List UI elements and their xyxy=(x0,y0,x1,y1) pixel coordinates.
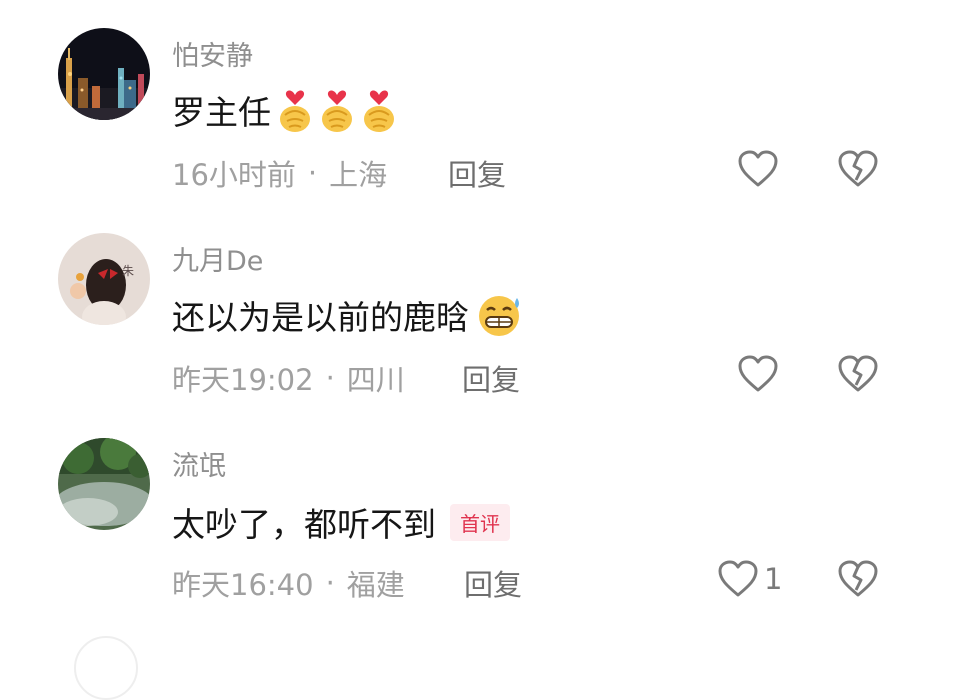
comment-text-content: 还以为是以前的鹿晗 xyxy=(172,298,469,337)
avatar-nature-image xyxy=(58,438,150,530)
avatar[interactable]: 朱 xyxy=(58,233,150,325)
comment-item: 朱 九月De 还以为是以前的鹿晗 昨天19:02 · 四川 回复 xyxy=(0,205,976,410)
comment-meta: 昨天19:02 · 四川 xyxy=(172,357,405,399)
broken-heart-icon xyxy=(838,355,878,392)
like-button[interactable] xyxy=(738,355,778,393)
reply-button[interactable]: 回复 xyxy=(462,357,520,399)
avatar[interactable] xyxy=(74,636,138,700)
comment-item: 流氓 太吵了，都听不到 首评 昨天16:40 · 福建 回复 1 xyxy=(0,410,976,615)
reply-button[interactable]: 回复 xyxy=(464,562,522,604)
separator-dot: · xyxy=(307,156,318,190)
like-button[interactable]: 1 xyxy=(718,560,782,598)
broken-heart-icon xyxy=(838,150,878,187)
comment-time: 16小时前 xyxy=(172,158,296,192)
finger-heart-emoji-icon xyxy=(361,87,397,133)
heart-outline-icon xyxy=(738,150,778,187)
heart-outline-icon xyxy=(718,560,758,597)
avatar-girl-image: 朱 xyxy=(58,233,150,325)
comment-item: 怕安静 罗主任 16小时前 · 上海 回复 xyxy=(0,0,976,205)
svg-text:朱: 朱 xyxy=(122,264,134,278)
avatar[interactable] xyxy=(58,438,150,530)
separator-dot: · xyxy=(325,361,335,395)
comment-location: 四川 xyxy=(346,363,405,397)
comment-text: 还以为是以前的鹿晗 xyxy=(172,291,525,339)
comment-text: 罗主任 xyxy=(172,86,397,134)
comment-text-content: 太吵了，都听不到 xyxy=(172,505,436,544)
avatar[interactable] xyxy=(58,28,150,120)
username[interactable]: 怕安静 xyxy=(172,34,253,73)
heart-outline-icon xyxy=(738,355,778,392)
comment-meta: 昨天16:40 · 福建 xyxy=(172,562,405,604)
finger-heart-emoji-icon xyxy=(319,87,355,133)
comment-time: 昨天19:02 xyxy=(172,363,314,397)
reply-button[interactable]: 回复 xyxy=(448,152,506,194)
comment-location: 上海 xyxy=(329,158,388,192)
username[interactable]: 流氓 xyxy=(172,444,226,483)
comment-meta: 16小时前 · 上海 xyxy=(172,152,387,194)
like-button[interactable] xyxy=(738,150,778,188)
first-comment-badge: 首评 xyxy=(450,503,510,541)
comment-time: 昨天16:40 xyxy=(172,568,314,602)
finger-heart-emoji-icon xyxy=(277,87,313,133)
dislike-button[interactable] xyxy=(838,560,878,598)
comment-text: 太吵了，都听不到 首评 xyxy=(172,498,510,546)
username[interactable]: 九月De xyxy=(172,239,263,278)
avatar-city-night-image xyxy=(58,28,150,120)
like-count: 1 xyxy=(764,562,783,596)
comment-location: 福建 xyxy=(346,568,405,602)
dislike-button[interactable] xyxy=(838,355,878,393)
comment-text-content: 罗主任 xyxy=(172,93,271,132)
grinning-sweat-emoji-icon xyxy=(475,292,525,338)
broken-heart-icon xyxy=(838,560,878,597)
separator-dot: · xyxy=(325,566,335,600)
dislike-button[interactable] xyxy=(838,150,878,188)
